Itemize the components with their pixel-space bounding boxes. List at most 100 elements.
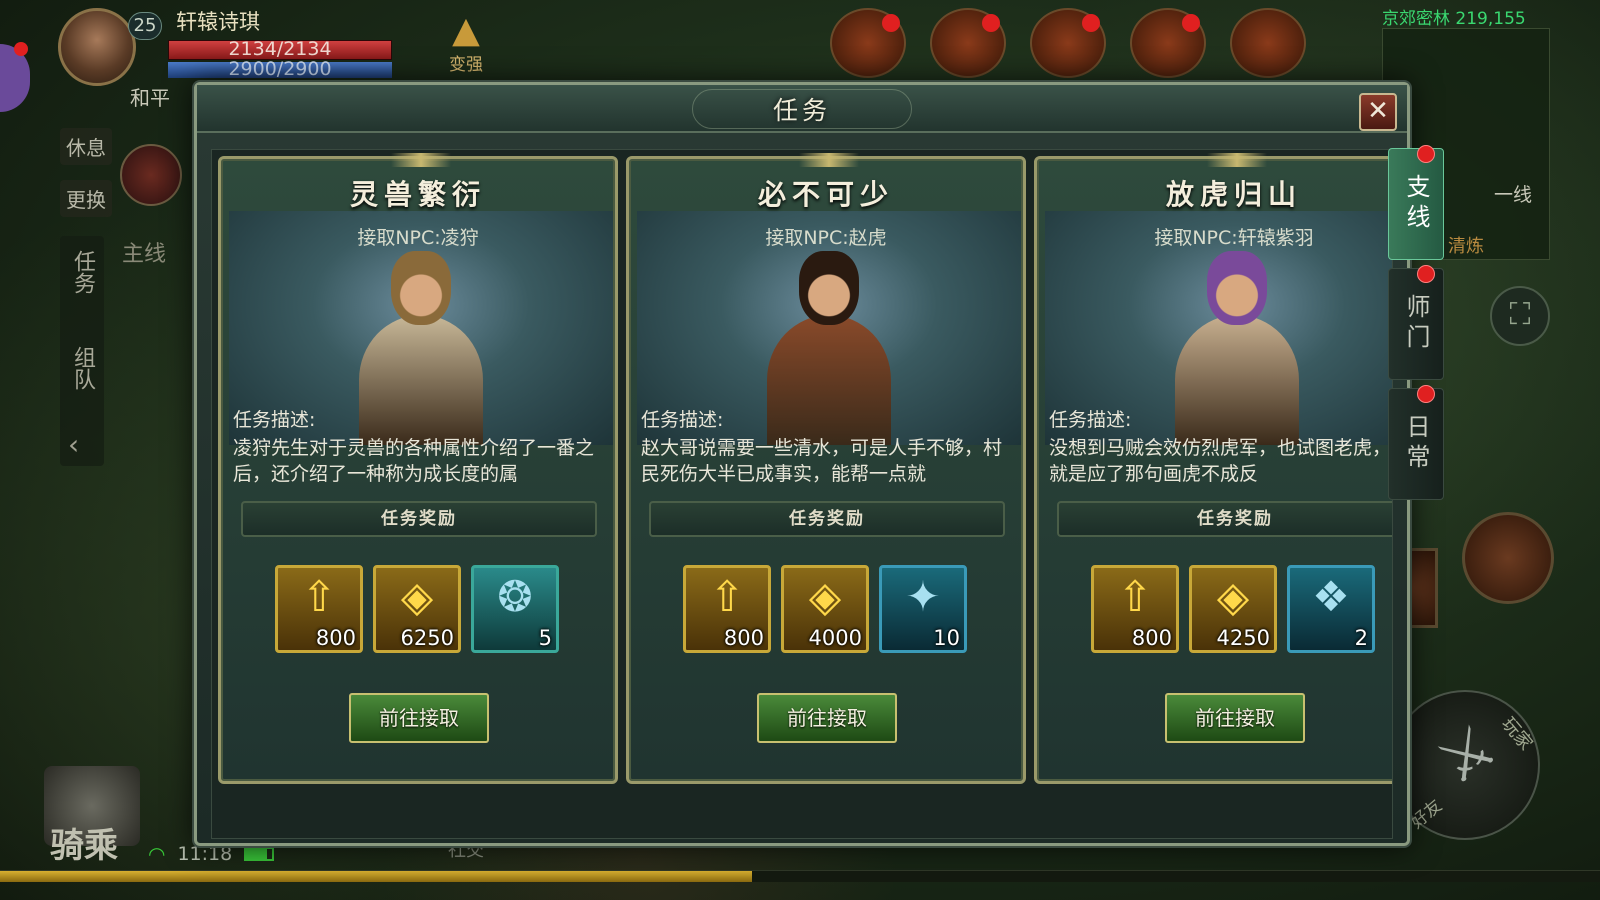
reward-item[interactable]: ⇧ 800: [1091, 565, 1179, 653]
side-tab[interactable]: 支线: [1388, 145, 1444, 260]
location-coords: 京郊密林 219,155: [1382, 9, 1526, 29]
rest-button[interactable]: 休息: [60, 128, 112, 165]
quest-desc: 赵大哥说需要一些清水，可是人手不够，村民死伤大半已成事实，能帮一点就: [641, 437, 1003, 485]
swap-button[interactable]: 更换: [60, 180, 112, 217]
pet-orb-icon: ❂: [497, 572, 533, 621]
card-ornament: [1207, 153, 1267, 167]
quest-card: 灵兽繁衍 接取NPC:凌狩 任务描述: 凌狩先生对于灵兽的各种属性介绍了一番之后…: [218, 153, 618, 784]
activity-icon[interactable]: [1230, 8, 1306, 78]
reward-quantity: 5: [538, 626, 552, 650]
reward-item[interactable]: ◈ 6250: [373, 565, 461, 653]
player-name: 轩辕诗琪: [176, 10, 260, 34]
left-panel-tabs: 任务 组队: [60, 236, 104, 466]
up-arrow-icon: ▲: [452, 10, 480, 51]
reward-quantity: 2: [1354, 626, 1368, 650]
quest-dialog: 任务 ✕ 灵兽繁衍 接取NPC:凌狩 任务描述: 凌狩先生对于灵兽的各种属性介绍…: [194, 82, 1410, 846]
player-level: 25: [128, 12, 162, 40]
accept-quest-button[interactable]: 前往接取: [349, 693, 489, 743]
reward-header: 任务奖励: [649, 501, 1005, 537]
reward-header: 任务奖励: [1057, 501, 1392, 537]
reward-list: ⇧ 800 ◈ 6250 ❂ 5: [275, 565, 559, 653]
npc-figure: [1175, 251, 1299, 445]
card-ornament: [799, 153, 859, 167]
gold-ingot-icon: ◈: [808, 572, 842, 621]
activity-icon[interactable]: [1030, 8, 1106, 78]
reward-quantity: 800: [315, 626, 356, 650]
quest-desc: 没想到马贼会效仿烈虎军，也试图老虎，可就是应了那句画虎不成反: [1049, 437, 1393, 485]
reward-item[interactable]: ◈ 4000: [781, 565, 869, 653]
close-button[interactable]: ✕: [1359, 93, 1397, 131]
reward-quantity: 6250: [400, 626, 454, 650]
reward-item[interactable]: ◈ 4250: [1189, 565, 1277, 653]
clock: 11:18: [177, 843, 233, 865]
main-quest-label[interactable]: 主线: [122, 236, 166, 268]
mount-label[interactable]: 骑乘: [50, 818, 118, 867]
npc-head: [1207, 251, 1267, 325]
quest-desc-label: 任务描述:: [1049, 409, 1132, 431]
hp-text: 2134/2134: [228, 38, 332, 60]
tab-team[interactable]: 组队: [60, 346, 104, 400]
notification-dot: [1417, 145, 1435, 163]
npc-body: [767, 315, 891, 445]
reward-item[interactable]: ✦ 10: [879, 565, 967, 653]
player-portrait[interactable]: [58, 8, 136, 86]
npc-body: [1175, 315, 1299, 445]
npc-figure: [767, 251, 891, 445]
collapse-arrow-icon[interactable]: ‹: [68, 428, 79, 461]
reward-quantity: 10: [933, 626, 960, 650]
quest-title: 必不可少: [757, 178, 894, 211]
pk-mode[interactable]: 和平: [130, 82, 170, 111]
reward-quantity: 4000: [808, 626, 862, 650]
exp-icon: ⇧: [709, 572, 745, 621]
reward-quantity: 800: [723, 626, 764, 650]
side-tab-label: 日常: [1402, 414, 1430, 474]
quest-card: 必不可少 接取NPC:赵虎 任务描述: 赵大哥说需要一些清水，可是人手不够，村民…: [626, 153, 1026, 784]
exp-icon: ⇧: [301, 572, 337, 621]
power-up-button[interactable]: ▲ 变强: [438, 10, 494, 76]
dialog-title: 任务: [772, 96, 832, 125]
tab-quests[interactable]: 任务: [60, 250, 104, 304]
side-tab-label: 师门: [1402, 294, 1430, 354]
wifi-icon: ◠: [148, 842, 166, 866]
activity-icon[interactable]: [930, 8, 1006, 78]
quest-npc: 接取NPC:轩辕紫羽: [1154, 227, 1314, 249]
npc-head: [391, 251, 451, 325]
quest-card-list: 灵兽繁衍 接取NPC:凌狩 任务描述: 凌狩先生对于灵兽的各种属性介绍了一番之后…: [212, 153, 1393, 796]
reward-item[interactable]: ⇧ 800: [275, 565, 363, 653]
side-tab[interactable]: 师门: [1388, 265, 1444, 380]
npc-head: [799, 251, 859, 325]
accept-quest-button[interactable]: 前往接取: [1165, 693, 1305, 743]
dialog-body: 灵兽繁衍 接取NPC:凌狩 任务描述: 凌狩先生对于灵兽的各种属性介绍了一番之后…: [211, 149, 1393, 839]
reward-item[interactable]: ❂ 5: [471, 565, 559, 653]
quest-title: 放虎归山: [1165, 178, 1302, 211]
mp-text: 2900/2900: [228, 58, 332, 80]
reward-list: ⇧ 800 ◈ 4000 ✦ 10: [683, 565, 967, 653]
gold-ingot-icon: ◈: [400, 572, 434, 621]
npc-body: [359, 315, 483, 445]
reward-item[interactable]: ⇧ 800: [683, 565, 771, 653]
reward-header: 任务奖励: [241, 501, 597, 537]
server-line[interactable]: 一线: [1494, 180, 1532, 207]
quest-title: 灵兽繁衍: [349, 178, 486, 211]
battery-icon: [244, 847, 275, 861]
gold-ingot-icon: ◈: [1216, 572, 1250, 621]
dialog-header: 任务 ✕: [197, 85, 1407, 133]
fullscreen-icon[interactable]: ⛶: [1490, 286, 1550, 346]
skill-button[interactable]: [1462, 512, 1554, 604]
practice-label: 清炼: [1448, 236, 1484, 257]
loot-bag-icon: ❖: [1312, 572, 1350, 621]
reward-item[interactable]: ❖ 2: [1287, 565, 1375, 653]
pet-portrait[interactable]: [120, 144, 182, 206]
activity-icon[interactable]: [830, 8, 906, 78]
notification-dot: [14, 42, 28, 56]
reward-quantity: 800: [1131, 626, 1172, 650]
accept-quest-button[interactable]: 前往接取: [757, 693, 897, 743]
side-tab-label: 支线: [1402, 174, 1430, 234]
notification-dot: [1417, 265, 1435, 283]
side-tab[interactable]: 日常: [1388, 385, 1444, 500]
activity-icon[interactable]: [1130, 8, 1206, 78]
quest-npc: 接取NPC:凌狩: [357, 227, 479, 249]
reward-quantity: 4250: [1216, 626, 1270, 650]
quest-desc-label: 任务描述:: [233, 409, 316, 431]
quest-desc-label: 任务描述:: [641, 409, 724, 431]
